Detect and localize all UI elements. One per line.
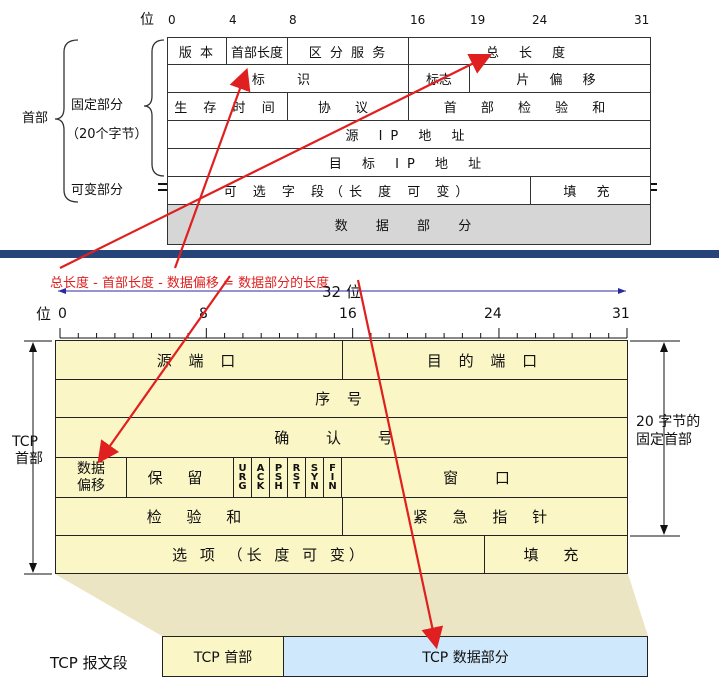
arrow-data-part <box>356 279 444 650</box>
arrow-total-length <box>59 53 492 269</box>
arrow-data-offset <box>97 275 231 464</box>
arrow-header-length <box>173 67 251 269</box>
annotation-arrows <box>59 53 492 650</box>
